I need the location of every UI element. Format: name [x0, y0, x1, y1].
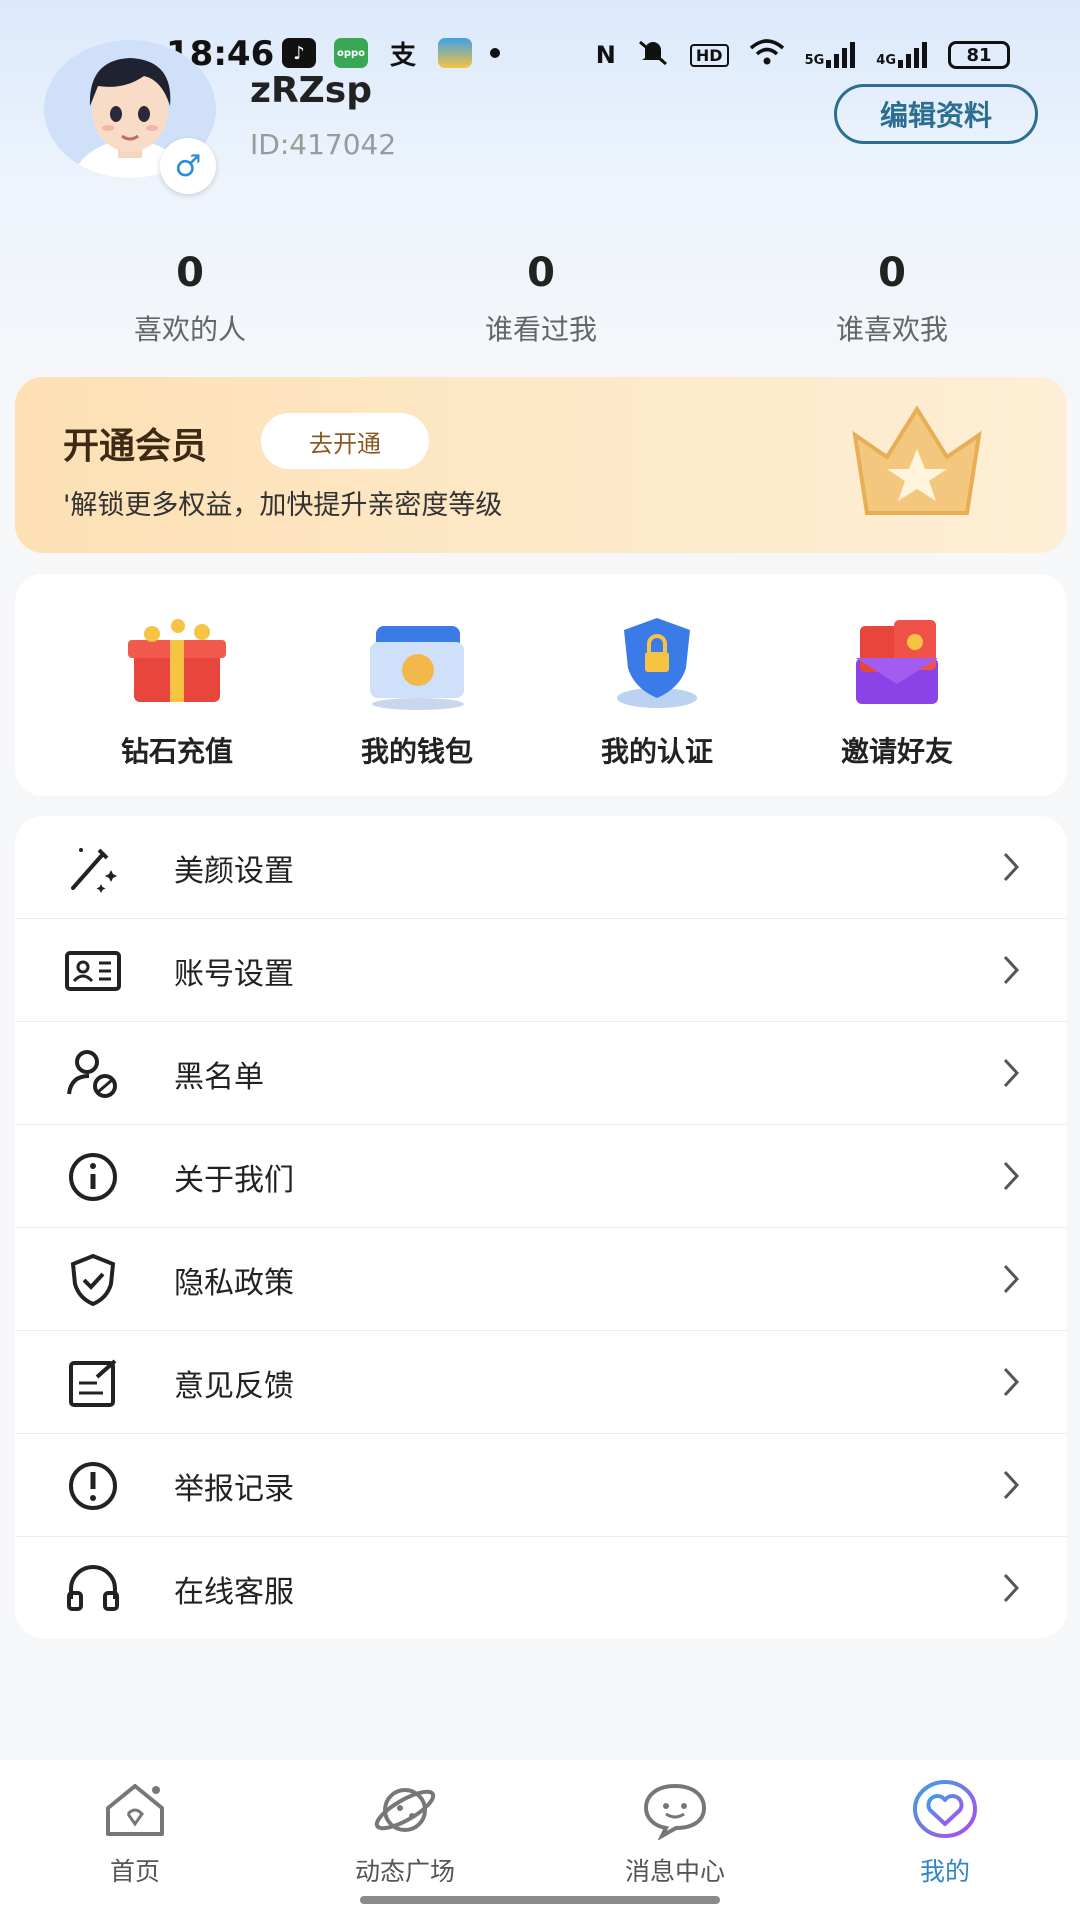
chevron-right-icon	[1003, 1573, 1020, 1603]
menu-label: 举报记录	[174, 1472, 294, 1507]
stat-label: 谁喜欢我	[835, 313, 948, 346]
menu-label: 黑名单	[174, 1060, 264, 1095]
menu-item-beauty-settings[interactable]: 美颜设置	[15, 816, 1067, 919]
feature-label: 钻石充值	[120, 735, 233, 768]
id-card-icon	[65, 951, 121, 991]
5g-signal-icon: 5G	[805, 42, 857, 68]
nav-label: 我的	[919, 1857, 970, 1886]
nav-me[interactable]: 我的	[845, 1778, 1045, 1888]
home-icon	[106, 1784, 164, 1836]
nav-label: 动态广场	[354, 1857, 455, 1886]
heart-icon	[913, 1780, 977, 1838]
user-block-icon	[67, 1050, 117, 1098]
menu-item-account-settings[interactable]: 账号设置	[15, 919, 1067, 1022]
menu-label: 美颜设置	[174, 854, 294, 889]
menu-item-privacy-policy[interactable]: 隐私政策	[15, 1228, 1067, 1331]
4g-signal-icon: 4G	[876, 42, 928, 68]
menu-item-about-us[interactable]: 关于我们	[15, 1125, 1067, 1228]
nav-label: 首页	[109, 1857, 160, 1886]
stats-row: 0 喜欢的人 0 谁看过我 0 谁喜欢我	[0, 250, 1080, 350]
edit-profile-button[interactable]: 编辑资料	[834, 84, 1038, 144]
user-id: ID:417042	[250, 128, 397, 161]
feature-label: 我的认证	[600, 735, 713, 768]
chevron-right-icon	[1003, 1367, 1020, 1397]
feedback-icon	[69, 1359, 117, 1407]
more-notifications-icon	[490, 48, 500, 58]
shield-lock-icon	[617, 618, 697, 708]
wifi-icon	[749, 38, 785, 72]
stat-label: 喜欢的人	[133, 313, 246, 346]
chevron-right-icon	[1003, 1264, 1020, 1294]
gift-box-icon	[128, 619, 226, 702]
4g-label: 4G	[876, 53, 896, 68]
stat-value: 0	[878, 250, 906, 296]
username: zRZsp	[250, 70, 372, 111]
nav-messages[interactable]: 消息中心	[575, 1778, 775, 1888]
crown-icon	[852, 405, 982, 515]
vip-description: '解锁更多权益，加快提升亲密度等级	[63, 490, 503, 521]
feature-grid: 钻石充值 我的钱包 我的认证 邀请好友	[15, 574, 1067, 796]
stat-value: 0	[176, 250, 204, 296]
gender-male-icon: ♂	[160, 138, 216, 194]
menu-item-report-records[interactable]: 举报记录	[15, 1434, 1067, 1537]
settings-menu: 美颜设置 账号设置 黑名单 关于我们 隐私政策 意见反馈 举报记录 在线客服	[15, 816, 1067, 1638]
status-app-icons: ♪ oppo 支	[282, 38, 500, 71]
nav-home[interactable]: 首页	[35, 1778, 235, 1888]
hd-icon: HD	[689, 43, 729, 67]
alert-icon	[69, 1462, 117, 1510]
home-indicator[interactable]	[360, 1896, 720, 1904]
chevron-right-icon	[1003, 1058, 1020, 1088]
feature-wallet[interactable]: 我的钱包	[297, 612, 537, 770]
5g-label: 5G	[804, 53, 825, 68]
headset-icon	[67, 1565, 119, 1611]
shield-check-icon	[70, 1253, 116, 1307]
stat-liked-me[interactable]: 0 谁喜欢我	[767, 250, 1017, 348]
feature-label: 我的钱包	[360, 735, 473, 768]
chat-icon	[643, 1783, 707, 1842]
status-indicators: N HD 5G 4G 81	[596, 38, 1010, 72]
wallet-icon	[438, 38, 472, 68]
chevron-right-icon	[1003, 852, 1020, 882]
nfc-icon: N	[595, 41, 616, 69]
mute-icon	[636, 38, 670, 72]
chevron-right-icon	[1003, 1161, 1020, 1191]
vip-open-button[interactable]: 去开通	[261, 413, 429, 469]
feature-invite-friends[interactable]: 邀请好友	[777, 612, 1017, 770]
menu-label: 关于我们	[174, 1163, 294, 1198]
vip-title: 开通会员	[63, 426, 208, 467]
menu-item-customer-service[interactable]: 在线客服	[15, 1537, 1067, 1638]
menu-label: 意见反馈	[174, 1369, 294, 1404]
magic-wand-icon	[71, 848, 117, 893]
alipay-icon: 支	[389, 40, 416, 71]
menu-item-feedback[interactable]: 意见反馈	[15, 1331, 1067, 1434]
vip-banner[interactable]: 开通会员 去开通 '解锁更多权益，加快提升亲密度等级	[15, 377, 1067, 553]
battery-level: 81	[966, 44, 992, 66]
planet-icon	[374, 1788, 436, 1832]
stat-visitors[interactable]: 0 谁看过我	[416, 250, 666, 348]
menu-label: 账号设置	[174, 957, 294, 992]
battery-icon: 81	[948, 41, 1010, 69]
menu-label: 隐私政策	[174, 1266, 294, 1301]
menu-item-blacklist[interactable]: 黑名单	[15, 1022, 1067, 1125]
info-icon	[69, 1153, 117, 1201]
menu-label: 在线客服	[174, 1575, 294, 1610]
wallet-folder-icon	[370, 626, 464, 710]
stat-liked[interactable]: 0 喜欢的人	[65, 250, 315, 348]
chevron-right-icon	[1003, 955, 1020, 985]
nav-feed[interactable]: 动态广场	[305, 1778, 505, 1888]
tiktok-icon: ♪	[282, 38, 316, 68]
red-envelope-icon	[856, 620, 938, 704]
feature-diamond-recharge[interactable]: 钻石充值	[57, 612, 297, 770]
stat-value: 0	[527, 250, 555, 296]
feature-verification[interactable]: 我的认证	[537, 612, 777, 770]
feature-label: 邀请好友	[840, 735, 953, 768]
stat-label: 谁看过我	[484, 313, 597, 346]
chevron-right-icon	[1003, 1470, 1020, 1500]
oppo-icon: oppo	[334, 38, 368, 68]
nav-label: 消息中心	[624, 1857, 725, 1886]
